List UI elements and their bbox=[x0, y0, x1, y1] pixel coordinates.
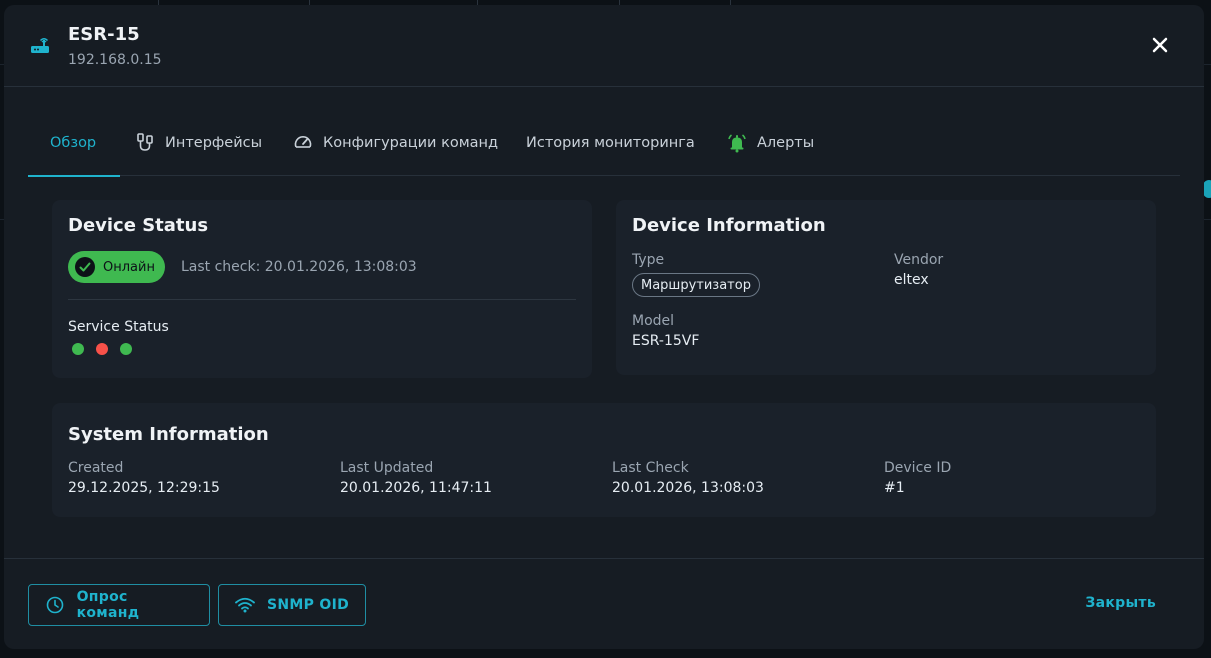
created-label: Created bbox=[68, 460, 124, 476]
vendor-value: eltex bbox=[894, 272, 929, 288]
service-status-label: Service Status bbox=[68, 319, 169, 335]
device-title: ESR-15 bbox=[68, 24, 140, 45]
button-label: Опрос команд bbox=[76, 589, 140, 621]
service-status-dot bbox=[120, 343, 132, 355]
router-icon bbox=[30, 35, 50, 55]
tab-interfaces[interactable]: Интерфейсы bbox=[135, 110, 262, 176]
background-indicator bbox=[1203, 180, 1211, 198]
card-title: System Information bbox=[68, 424, 269, 445]
tab-overview[interactable]: Обзор bbox=[27, 110, 121, 177]
divider bbox=[68, 299, 576, 300]
card-title: Device Information bbox=[632, 215, 826, 236]
tab-command-configs[interactable]: Конфигурации команд bbox=[293, 110, 498, 176]
card-title: Device Status bbox=[68, 215, 209, 236]
speedometer-icon bbox=[293, 133, 313, 153]
device-details-dialog: ESR-15 192.168.0.15 Обзор Интерфейсы Кон… bbox=[4, 5, 1204, 649]
device-information-card: Device Information Type Маршрутизатор Ve… bbox=[616, 200, 1156, 375]
tab-label: Алерты bbox=[757, 135, 815, 151]
type-label: Type bbox=[632, 252, 665, 268]
tab-monitoring-history[interactable]: История мониторинга bbox=[526, 110, 695, 176]
service-status-dot bbox=[72, 343, 84, 355]
last-check-value: 20.01.2026, 13:08:03 bbox=[612, 480, 764, 496]
tab-label: История мониторинга bbox=[526, 135, 695, 151]
vendor-label: Vendor bbox=[894, 252, 944, 268]
last-check-label: Last Check bbox=[612, 460, 689, 476]
tab-label: Конфигурации команд bbox=[323, 135, 499, 151]
button-label: SNMP OID bbox=[267, 597, 349, 613]
model-label: Model bbox=[632, 313, 675, 329]
close-icon[interactable] bbox=[1150, 35, 1170, 55]
device-ip: 192.168.0.15 bbox=[68, 52, 162, 68]
device-status-card: Device Status Онлайн Last check: 20.01.2… bbox=[52, 200, 592, 378]
dialog-header: ESR-15 192.168.0.15 bbox=[4, 5, 1204, 87]
last-check-text: Last check: 20.01.2026, 13:08:03 bbox=[181, 259, 417, 275]
snmp-oid-button[interactable]: SNMP OID bbox=[218, 584, 366, 626]
status-badge: Онлайн bbox=[68, 251, 165, 283]
model-value: ESR-15VF bbox=[632, 333, 700, 349]
status-text: Онлайн bbox=[103, 259, 155, 275]
system-information-card: System Information Created 29.12.2025, 1… bbox=[52, 403, 1156, 517]
ethernet-port-icon bbox=[135, 133, 155, 153]
dialog-footer: Опрос команд SNMP OID Закрыть bbox=[4, 558, 1204, 649]
wifi-signal-icon bbox=[235, 595, 255, 615]
tab-label: Интерфейсы bbox=[165, 135, 263, 151]
poll-commands-button[interactable]: Опрос команд bbox=[28, 584, 210, 626]
type-chip: Маршрутизатор bbox=[632, 273, 760, 297]
created-value: 29.12.2025, 12:29:15 bbox=[68, 480, 220, 496]
tab-label: Обзор bbox=[50, 135, 97, 151]
clock-icon bbox=[45, 595, 65, 615]
device-id-value: #1 bbox=[884, 480, 905, 496]
device-id-label: Device ID bbox=[884, 460, 952, 476]
service-status-dot bbox=[96, 343, 108, 355]
bell-icon bbox=[727, 133, 747, 153]
close-button[interactable]: Закрыть bbox=[1085, 595, 1156, 611]
check-circle-icon bbox=[75, 257, 95, 277]
last-updated-value: 20.01.2026, 11:47:11 bbox=[340, 480, 492, 496]
tab-bar: Обзор Интерфейсы Конфигурации команд Ист… bbox=[27, 110, 1180, 177]
tab-alerts[interactable]: Алерты bbox=[727, 110, 814, 176]
last-updated-label: Last Updated bbox=[340, 460, 434, 476]
